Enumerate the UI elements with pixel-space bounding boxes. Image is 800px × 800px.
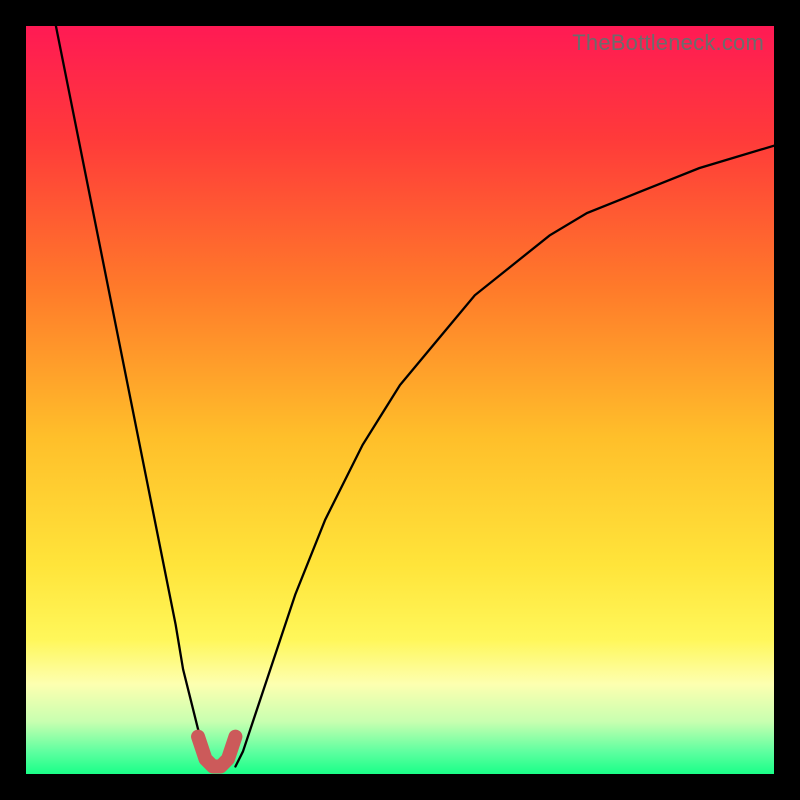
left-curve: [56, 26, 213, 767]
watermark-text: TheBottleneck.com: [572, 30, 764, 56]
right-curve: [235, 146, 774, 767]
chart-curves: [26, 26, 774, 774]
chart-frame: TheBottleneck.com: [26, 26, 774, 774]
valley-highlight: [198, 737, 235, 767]
